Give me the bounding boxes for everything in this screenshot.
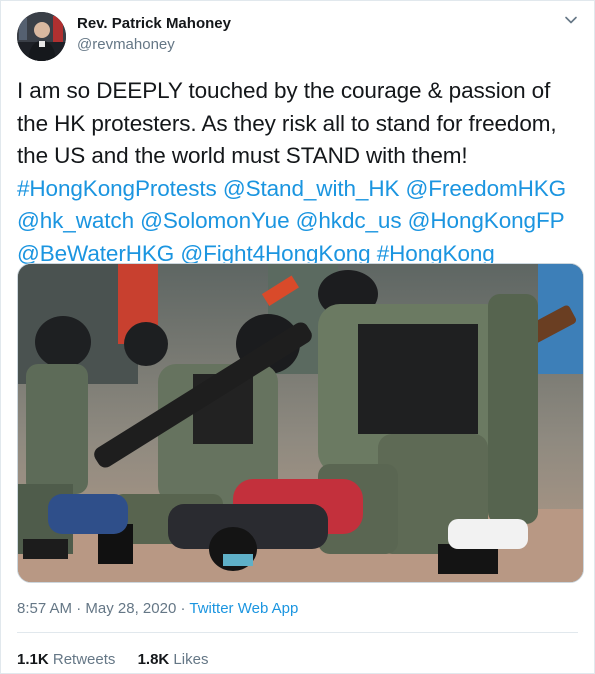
- mention-link[interactable]: @HongKongFP: [408, 208, 565, 233]
- mention-link[interactable]: @BeWaterHKG: [17, 241, 174, 266]
- author-names: Rev. Patrick Mahoney @revmahoney: [77, 14, 231, 55]
- tweet-header: Rev. Patrick Mahoney @revmahoney: [17, 9, 578, 61]
- likes-stat[interactable]: 1.8K Likes: [138, 650, 209, 670]
- avatar[interactable]: [17, 12, 66, 61]
- retweets-count: 1.1K: [17, 651, 49, 668]
- meta-separator: ·: [180, 600, 186, 617]
- mention-link[interactable]: @Fight4HongKong: [180, 241, 370, 266]
- mention-link[interactable]: @hkdc_us: [296, 208, 402, 233]
- tweet-stats: 1.1K Retweets 1.8K Likes: [17, 650, 226, 670]
- chevron-down-icon[interactable]: [564, 13, 578, 27]
- tweet-photo[interactable]: [17, 263, 584, 583]
- author-display-name[interactable]: Rev. Patrick Mahoney: [77, 14, 231, 34]
- mention-link[interactable]: @hk_watch: [17, 208, 134, 233]
- author-handle[interactable]: @revmahoney: [77, 35, 231, 55]
- hashtag-link[interactable]: #HongKong: [377, 241, 495, 266]
- divider: [17, 632, 578, 633]
- mention-link[interactable]: @Stand_with_HK: [223, 176, 400, 201]
- tweet-card: Rev. Patrick Mahoney @revmahoney I am so…: [0, 0, 595, 674]
- tweet-text: I am so DEEPLY touched by the courage & …: [17, 75, 582, 270]
- likes-label: Likes: [173, 651, 209, 668]
- retweets-stat[interactable]: 1.1K Retweets: [17, 650, 115, 670]
- retweets-label: Retweets: [52, 651, 116, 668]
- hashtag-link[interactable]: #HongKongProtests: [17, 176, 217, 201]
- likes-count: 1.8K: [137, 651, 170, 668]
- meta-separator: ·: [76, 600, 82, 617]
- mention-link[interactable]: @SolomonYue: [140, 208, 289, 233]
- tweet-meta: 8:57 AM · May 28, 2020 · Twitter Web App: [17, 599, 298, 619]
- tweet-time[interactable]: 8:57 AM: [17, 600, 72, 617]
- mention-link[interactable]: @FreedomHKG: [406, 176, 567, 201]
- tweet-body-text: I am so DEEPLY touched by the courage & …: [17, 78, 557, 168]
- tweet-date[interactable]: May 28, 2020: [85, 600, 176, 617]
- tweet-source-link[interactable]: Twitter Web App: [189, 600, 298, 617]
